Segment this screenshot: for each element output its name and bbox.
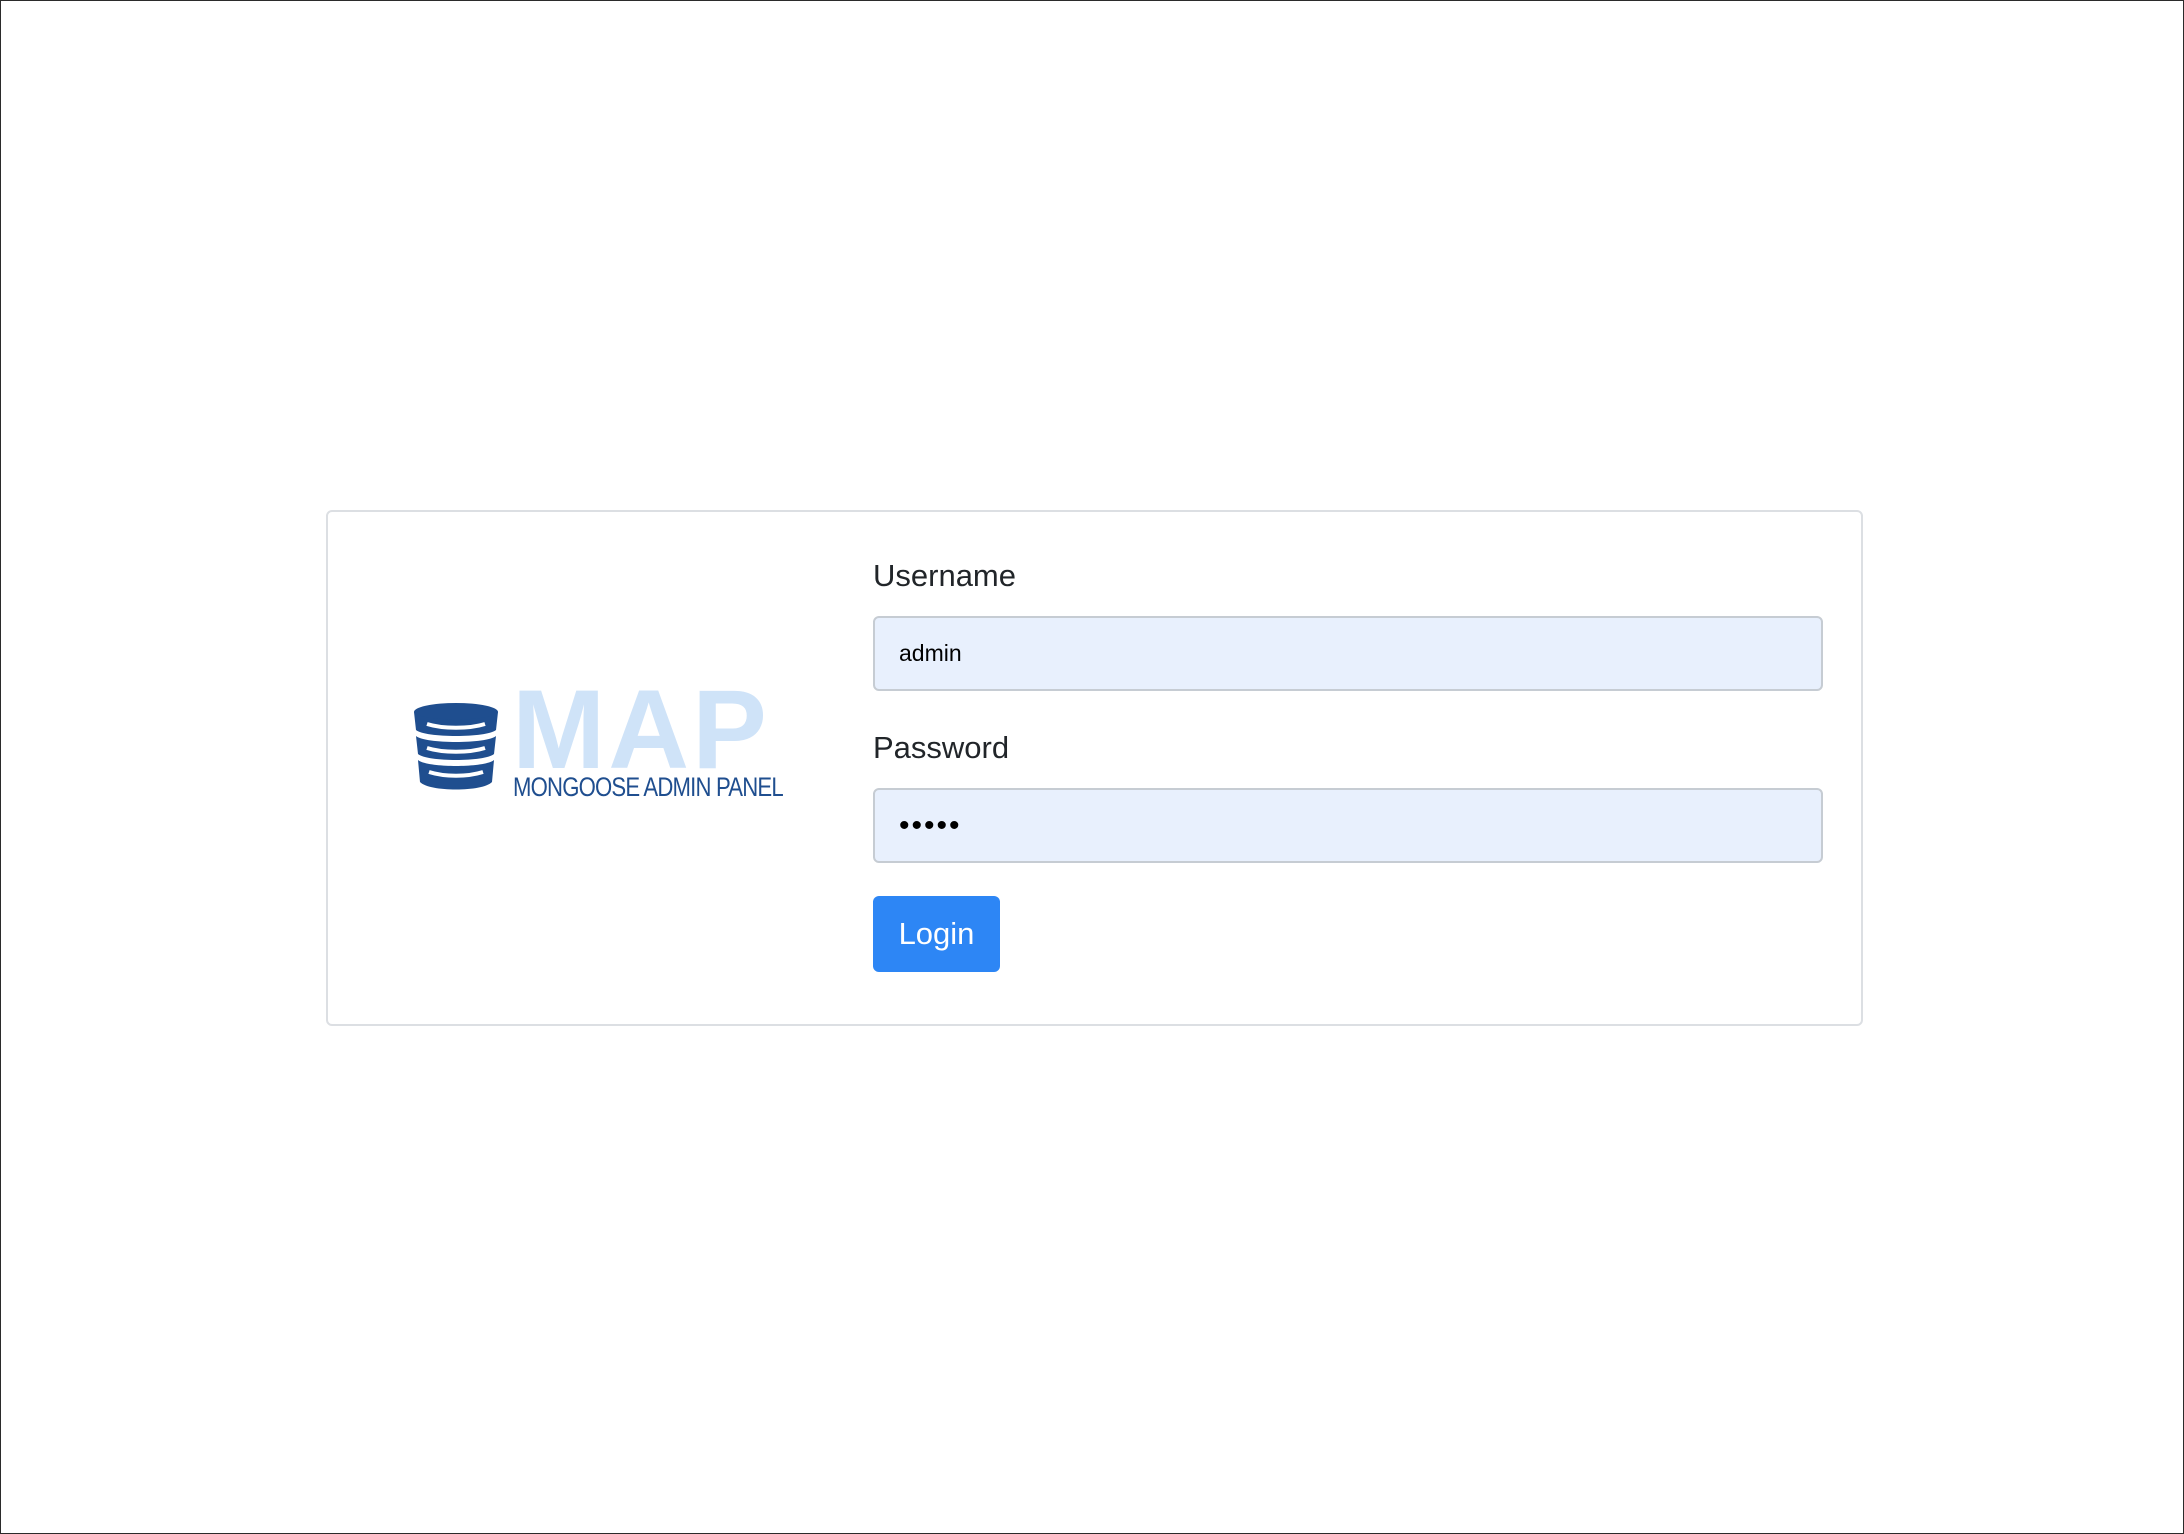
logo-wordmark: MAP xyxy=(512,667,770,792)
username-input[interactable] xyxy=(873,616,1823,691)
app-logo: MAP MONGOOSE ADMIN PANEL xyxy=(413,674,784,814)
username-label: Username xyxy=(873,558,1016,593)
login-card: MAP MONGOOSE ADMIN PANEL Username Passwo… xyxy=(326,510,1863,1026)
logo-tagline: MONGOOSE ADMIN PANEL xyxy=(513,772,784,802)
login-button[interactable]: Login xyxy=(873,896,1000,972)
page: MAP MONGOOSE ADMIN PANEL Username Passwo… xyxy=(0,0,2184,1534)
password-input[interactable] xyxy=(873,788,1823,863)
password-label: Password xyxy=(873,730,1010,765)
database-stack-icon xyxy=(413,702,499,792)
